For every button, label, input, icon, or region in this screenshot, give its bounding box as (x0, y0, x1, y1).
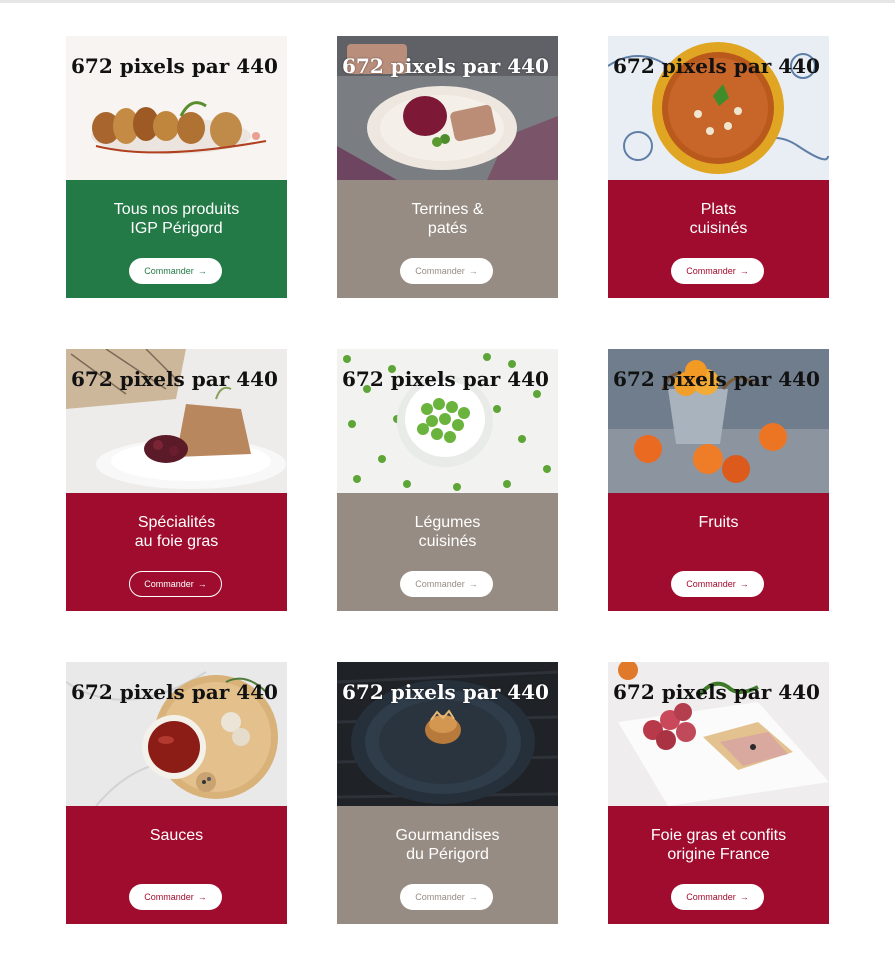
commander-button-label: Commander (686, 892, 736, 902)
image-placeholder-label: 672 pixels par 440 (613, 680, 820, 704)
category-title: Foie gras et confits origine France (650, 827, 787, 863)
category-title: Gourmandises du Périgord (395, 827, 500, 863)
product-category-grid: 672 pixels par 440 Tous nos produits IGP… (66, 36, 829, 926)
category-card-igp-perigord[interactable]: 672 pixels par 440 Tous nos produits IGP… (66, 36, 287, 298)
category-image-foie-gras-plated: 672 pixels par 440 (66, 36, 287, 180)
commander-button[interactable]: Commander → (671, 884, 764, 910)
category-image-green-peas: 672 pixels par 440 (337, 349, 558, 493)
arrow-right-icon: → (468, 266, 478, 276)
category-card-fruits[interactable]: 672 pixels par 440 Fruits Commander → (608, 349, 829, 611)
commander-button-label: Commander (144, 892, 194, 902)
category-panel: Terrines & patés Commander → (337, 180, 558, 298)
commander-button-label: Commander (415, 892, 465, 902)
category-panel: Plats cuisinés Commander → (608, 180, 829, 298)
category-card-terrines-pates[interactable]: 672 pixels par 440 Terrines & patés Comm… (337, 36, 558, 298)
commander-button-label: Commander (415, 579, 465, 589)
top-divider (0, 0, 895, 3)
image-placeholder-label: 672 pixels par 440 (71, 367, 278, 391)
image-placeholder-label: 672 pixels par 440 (342, 367, 549, 391)
commander-button[interactable]: Commander → (129, 258, 222, 284)
category-title: Tous nos produits IGP Périgord (113, 201, 240, 237)
category-panel: Gourmandises du Périgord Commander → (337, 806, 558, 924)
category-panel: Fruits Commander → (608, 493, 829, 611)
commander-button[interactable]: Commander → (129, 571, 222, 597)
category-image-dark-plate: 672 pixels par 440 (337, 662, 558, 806)
category-title: Plats cuisinés (689, 201, 748, 237)
arrow-right-icon: → (468, 579, 478, 589)
category-panel: Spécialités au foie gras Commander → (66, 493, 287, 611)
arrow-right-icon: → (468, 892, 478, 902)
category-panel: Sauces Commander → (66, 806, 287, 924)
arrow-right-icon: → (739, 892, 749, 902)
commander-button-label: Commander (144, 266, 194, 276)
arrow-right-icon: → (739, 266, 749, 276)
category-card-sauces[interactable]: 672 pixels par 440 Sauces Commander → (66, 662, 287, 924)
arrow-right-icon: → (197, 266, 207, 276)
category-title: Sauces (149, 827, 204, 844)
commander-button[interactable]: Commander → (129, 884, 222, 910)
category-image-foie-gras-grapes: 672 pixels par 440 (608, 662, 829, 806)
commander-button-label: Commander (686, 579, 736, 589)
category-image-terrine-plate: 672 pixels par 440 (337, 36, 558, 180)
image-placeholder-label: 672 pixels par 440 (613, 367, 820, 391)
category-card-legumes-cuisines[interactable]: 672 pixels par 440 Légumes cuisinés Comm… (337, 349, 558, 611)
category-card-gourmandises-perigord[interactable]: 672 pixels par 440 Gourmandises du Périg… (337, 662, 558, 924)
category-image-foie-gras-toast: 672 pixels par 440 (66, 349, 287, 493)
image-placeholder-label: 672 pixels par 440 (71, 680, 278, 704)
category-card-specialites-foie-gras[interactable]: 672 pixels par 440 Spécialités au foie g… (66, 349, 287, 611)
category-title: Spécialités au foie gras (134, 514, 219, 550)
commander-button[interactable]: Commander → (671, 258, 764, 284)
commander-button[interactable]: Commander → (671, 571, 764, 597)
commander-button[interactable]: Commander → (400, 571, 493, 597)
image-placeholder-label: 672 pixels par 440 (613, 54, 820, 78)
arrow-right-icon: → (197, 892, 207, 902)
commander-button-label: Commander (686, 266, 736, 276)
commander-button-label: Commander (144, 579, 194, 589)
category-image-sauce-board: 672 pixels par 440 (66, 662, 287, 806)
category-panel: Légumes cuisinés Commander → (337, 493, 558, 611)
image-placeholder-label: 672 pixels par 440 (342, 680, 549, 704)
category-image-soup-bowl: 672 pixels par 440 (608, 36, 829, 180)
commander-button-label: Commander (415, 266, 465, 276)
commander-button[interactable]: Commander → (400, 258, 493, 284)
arrow-right-icon: → (197, 579, 207, 589)
arrow-right-icon: → (739, 579, 749, 589)
commander-button[interactable]: Commander → (400, 884, 493, 910)
category-card-plats-cuisines[interactable]: 672 pixels par 440 Plats cuisinés Comman… (608, 36, 829, 298)
category-title: Fruits (698, 514, 739, 531)
category-title: Terrines & patés (411, 201, 484, 237)
category-image-apricots: 672 pixels par 440 (608, 349, 829, 493)
category-panel: Tous nos produits IGP Périgord Commander… (66, 180, 287, 298)
category-title: Légumes cuisinés (414, 514, 481, 550)
image-placeholder-label: 672 pixels par 440 (71, 54, 278, 78)
category-panel: Foie gras et confits origine France Comm… (608, 806, 829, 924)
image-placeholder-label: 672 pixels par 440 (342, 54, 549, 78)
category-card-foie-gras-confits[interactable]: 672 pixels par 440 Foie gras et confits … (608, 662, 829, 924)
